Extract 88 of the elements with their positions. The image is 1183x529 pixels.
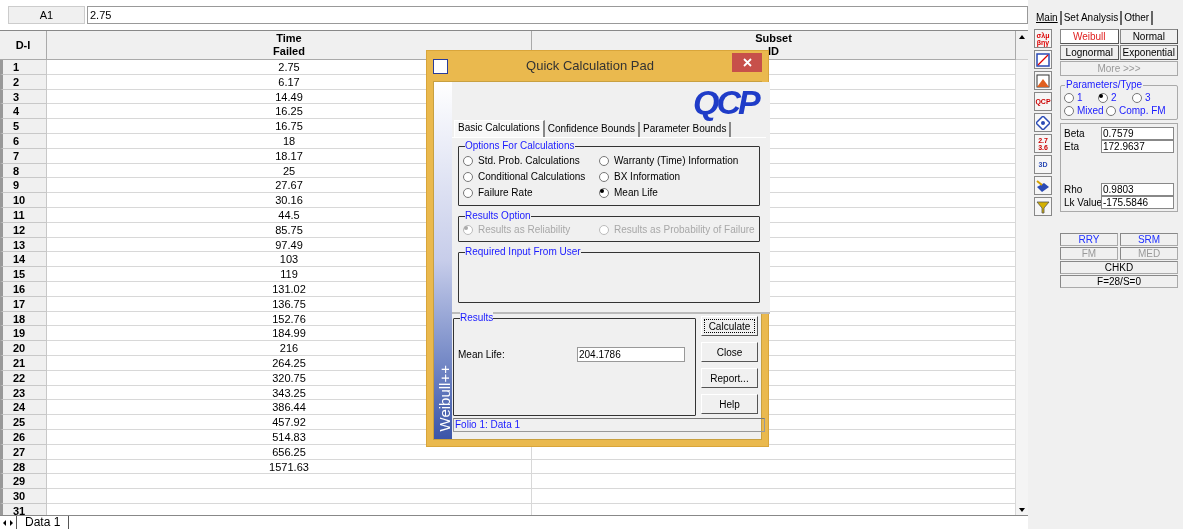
radio-button[interactable]: [1098, 92, 1108, 103]
radio-button[interactable]: [599, 187, 609, 198]
radio-label: Results as Probability of Failure: [614, 223, 755, 236]
toolbar-funnel-button[interactable]: [1034, 197, 1052, 216]
row-header[interactable]: 25: [0, 415, 47, 430]
dialog-button[interactable]: Help: [701, 394, 758, 414]
field-label: Lk Value: [1064, 196, 1101, 209]
sheet-tab[interactable]: Data 1: [16, 516, 70, 529]
row-header[interactable]: 5: [0, 119, 47, 134]
group-title: Options For Calculations: [465, 140, 575, 151]
radio-label: Mixed: [1077, 104, 1104, 117]
status-indicator: CHKD: [1060, 261, 1178, 274]
parameter-field[interactable]: 172.9637: [1101, 140, 1174, 153]
app-icon: [433, 58, 448, 74]
toolbar-plot-button[interactable]: [1034, 50, 1052, 69]
column-header[interactable]: Time Failed: [47, 31, 532, 60]
distribution-button[interactable]: Weibull: [1060, 29, 1119, 44]
dialog-tab[interactable]: Basic Calculations: [454, 120, 545, 137]
dialog-button[interactable]: Close: [701, 342, 758, 362]
status-indicator: FM: [1060, 247, 1118, 260]
radio-button[interactable]: [599, 171, 609, 182]
panel-tab[interactable]: Set Analysis: [1061, 11, 1123, 25]
column-header[interactable]: D-I: [0, 31, 47, 60]
radio-button[interactable]: [1064, 92, 1074, 103]
parameter-field[interactable]: 0.7579: [1101, 127, 1174, 140]
field-label: Rho: [1064, 183, 1084, 196]
radio-button[interactable]: [1106, 105, 1116, 116]
row-header[interactable]: 14: [0, 252, 47, 268]
row-header[interactable]: 4: [0, 104, 47, 120]
group-title: Results Option: [465, 210, 531, 221]
funnel-icon: [1036, 199, 1050, 214]
radio-button[interactable]: [599, 155, 609, 166]
row-header[interactable]: 10: [0, 193, 47, 208]
radio-label: Mean Life: [614, 186, 658, 199]
scroll-up-icon[interactable]: [1019, 35, 1025, 39]
dialog-button[interactable]: Calculate: [701, 316, 758, 336]
radio-label: 2: [1111, 91, 1117, 104]
row-header[interactable]: 20: [0, 341, 47, 356]
distribution-button[interactable]: Normal: [1119, 29, 1178, 44]
result-field[interactable]: 204.1786: [577, 347, 685, 362]
status-indicator: F=28/S=0: [1060, 275, 1178, 288]
diamond-icon: [1036, 115, 1050, 130]
status-indicator: SRM: [1120, 233, 1178, 246]
scroll-left-icon[interactable]: [3, 519, 6, 526]
radio-button[interactable]: [463, 171, 473, 182]
radio-button[interactable]: [463, 155, 473, 166]
radio-label: 1: [1077, 91, 1083, 104]
book-icon: [1036, 178, 1050, 193]
cell-reference: A1: [8, 6, 85, 24]
field-label: Eta: [1064, 140, 1080, 153]
row-header[interactable]: 29: [0, 474, 47, 490]
distribution-button[interactable]: Lognormal: [1060, 45, 1119, 60]
close-button[interactable]: [732, 52, 762, 72]
dialog-button[interactable]: Report...: [701, 368, 758, 388]
group-title: Required Input From User: [465, 246, 581, 257]
field-label: Beta: [1064, 127, 1086, 140]
row-header[interactable]: 24: [0, 400, 47, 416]
table-cell: 1571.63: [47, 459, 532, 475]
status-bar: Folio 1: Data 1: [453, 418, 765, 432]
radio-label: Comp. FM: [1119, 104, 1166, 117]
parameter-field[interactable]: 0.9803: [1101, 183, 1174, 196]
toolbar-diamond-button[interactable]: [1034, 113, 1052, 132]
plot-icon: [1036, 52, 1050, 67]
toolbar-chart-button[interactable]: [1034, 71, 1052, 90]
radio-label: BX Information: [614, 170, 681, 183]
scroll-right-icon[interactable]: [10, 519, 13, 526]
radio-button[interactable]: [463, 187, 473, 198]
formula-field[interactable]: 2.75: [87, 6, 1028, 24]
parameter-field[interactable]: -175.5846: [1101, 196, 1174, 209]
group-title: Results: [460, 312, 494, 323]
status-indicator: MED: [1120, 247, 1178, 260]
row-header[interactable]: 30: [0, 489, 47, 504]
row-header[interactable]: 19: [0, 326, 47, 342]
close-icon: [742, 57, 752, 67]
row-header[interactable]: 9: [0, 178, 47, 194]
radio-label: 3: [1145, 91, 1151, 104]
chart-icon: [1036, 73, 1050, 88]
radio-button[interactable]: [1132, 92, 1142, 103]
row-header[interactable]: 15: [0, 267, 47, 282]
status-indicator: RRY: [1060, 233, 1118, 246]
group-title: Parameters/Type: [1065, 79, 1144, 90]
logo: QCP: [692, 83, 758, 120]
radio-button[interactable]: [1064, 105, 1074, 116]
distribution-button[interactable]: Exponential: [1119, 45, 1178, 60]
toolbar-book-button[interactable]: [1034, 176, 1052, 195]
radio-label: Warranty (Time) Information: [614, 154, 739, 167]
panel-tab[interactable]: Other: [1122, 11, 1154, 25]
row-header[interactable]: 1: [0, 60, 47, 75]
